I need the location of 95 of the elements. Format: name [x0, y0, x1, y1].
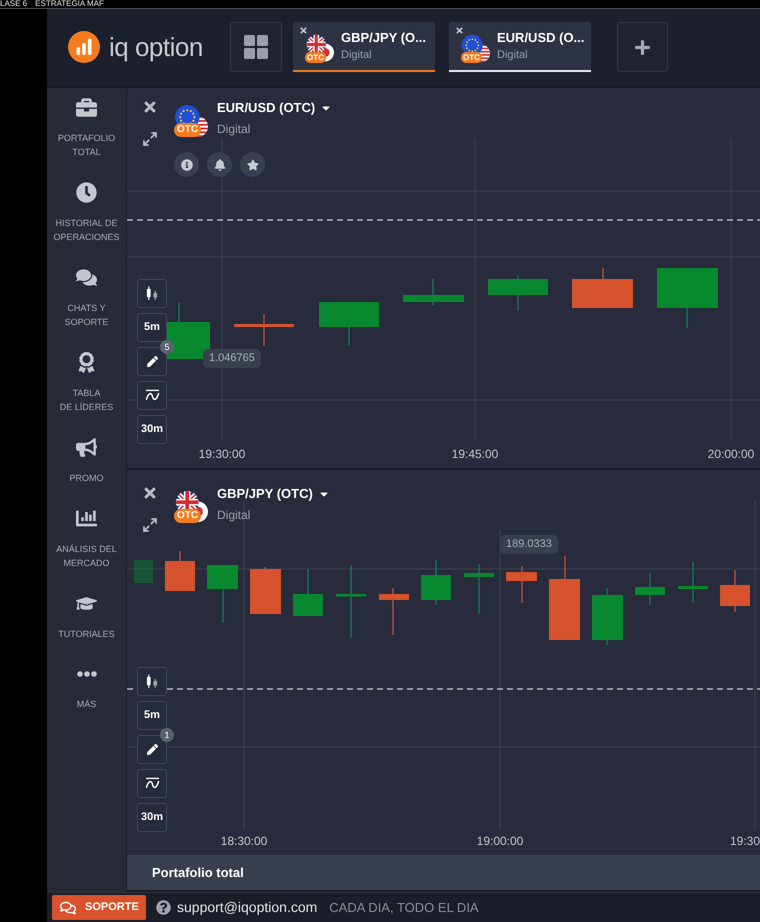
video-title-text: LASE 6: [0, 0, 28, 8]
indicator-icon: [144, 777, 160, 790]
video-title-text: ESTRATEGIA MAF: [35, 0, 104, 8]
falling-candle: [165, 551, 195, 591]
rising-candle: [293, 569, 323, 616]
sidebar-item[interactable]: ANÁLISIS DEL MERCADO: [48, 508, 126, 570]
rising-candle: [657, 268, 718, 328]
price-tag: 189.0333: [500, 535, 558, 554]
megaphone-icon: [76, 437, 97, 458]
falling-candle: [720, 570, 750, 612]
rising-candle: [319, 302, 379, 345]
otc-badge: OTC: [461, 52, 482, 63]
info-icon: [180, 158, 192, 170]
falling-candle: [234, 314, 294, 346]
support-hours-text: CADA DIA, TODO EL DIA: [329, 898, 479, 917]
rising-candle: [421, 560, 451, 605]
indicators-button[interactable]: [137, 381, 167, 410]
falling-candle: [506, 566, 537, 603]
falling-candle: [379, 588, 409, 635]
time-label: 18:30:00: [220, 833, 268, 849]
time-period-button[interactable]: 5m: [137, 701, 167, 730]
sidebar-item[interactable]: MÁS: [48, 664, 126, 711]
option-type-text: Digital: [217, 121, 252, 137]
sidebar-item[interactable]: CHATS Y SOPORTE: [48, 267, 126, 329]
medal-icon: [76, 352, 97, 373]
asset-tab[interactable]: OTC GBP/JPY (O... Digital: [293, 22, 435, 72]
pencil-icon: [146, 356, 158, 367]
close-icon[interactable]: [142, 485, 158, 501]
support-email-link[interactable]: support@iqoption.com: [177, 897, 318, 918]
count-badge: 1: [160, 728, 174, 742]
rising-candle: [488, 275, 548, 311]
time-label: 19:30:00: [198, 446, 246, 462]
support-button[interactable]: SOPORTE: [52, 895, 146, 920]
close-icon[interactable]: [455, 26, 464, 35]
chart-type-button[interactable]: [137, 667, 167, 696]
bell-icon: [214, 158, 226, 170]
sidebar-item[interactable]: TABLA DE LÍDERES: [48, 352, 126, 414]
otc-badge: OTC: [305, 52, 326, 63]
rising-candle: [592, 588, 623, 645]
time-label: 19:45:00: [452, 446, 498, 462]
chat-icon: [60, 900, 76, 916]
drawing-tools-button[interactable]: [137, 347, 167, 376]
rising-candle: [678, 562, 708, 603]
drawing-tools-button[interactable]: [137, 735, 167, 764]
bar-chart-icon: [76, 508, 97, 529]
portfolio-bar[interactable]: Portafolio total: [127, 855, 760, 890]
falling-candle: [572, 268, 633, 308]
chat-bubbles-icon: [76, 267, 97, 288]
alert-button[interactable]: [207, 152, 232, 177]
asset-dropdown[interactable]: EUR/USD (OTC): [217, 98, 332, 118]
time-label: 20:00:00: [708, 446, 754, 462]
grid-view-button[interactable]: [230, 22, 282, 72]
close-icon[interactable]: [142, 99, 158, 115]
pencil-icon: [146, 744, 158, 755]
briefcase-icon: [76, 97, 97, 118]
logo-text: iq option: [109, 32, 203, 62]
candlestick-icon: [146, 674, 158, 689]
grid-icon: [244, 35, 268, 59]
star-icon: [246, 158, 258, 170]
sidebar-item[interactable]: PORTAFOLIO TOTAL: [48, 97, 126, 159]
asset-dropdown[interactable]: GBP/JPY (OTC): [217, 484, 330, 504]
plus-icon: [634, 38, 651, 56]
price-tag: 1.046765: [203, 349, 261, 368]
rising-candle: [134, 560, 153, 583]
help-icon: [156, 900, 171, 915]
dots-icon: [76, 671, 96, 677]
sidebar-item[interactable]: HISTORIAL DE OPERACIONES: [48, 182, 126, 244]
otc-badge: OTC: [174, 509, 202, 523]
time-period-button[interactable]: 5m: [137, 313, 167, 342]
rising-candle: [207, 565, 238, 623]
time-label: 19:30: [730, 833, 760, 849]
time-label: 19:00:00: [476, 833, 524, 849]
sidebar-item[interactable]: PROMO: [48, 437, 126, 485]
asset-tab[interactable]: OTC EUR/USD (O... Digital: [449, 22, 591, 72]
sidebar-item[interactable]: TUTORIALES: [48, 593, 126, 641]
favorite-button[interactable]: [240, 152, 265, 177]
close-icon[interactable]: [299, 26, 308, 35]
add-tab-button[interactable]: [617, 22, 668, 72]
indicators-button[interactable]: [137, 769, 167, 798]
rising-candle: [403, 279, 464, 305]
info-button[interactable]: [174, 152, 199, 177]
rising-candle: [635, 573, 665, 605]
time-period-button[interactable]: 30m: [137, 803, 167, 832]
option-type-text: Digital: [217, 507, 252, 523]
expand-icon[interactable]: [142, 517, 158, 533]
expand-icon[interactable]: [142, 131, 158, 147]
chart-type-button[interactable]: [137, 279, 167, 308]
logo-icon: [68, 31, 100, 63]
time-period-button[interactable]: 30m: [137, 415, 167, 444]
otc-badge: OTC: [174, 123, 202, 137]
falling-candle: [250, 567, 281, 614]
clock-icon: [76, 182, 97, 203]
candlestick-icon: [146, 286, 158, 301]
rising-candle: [464, 564, 494, 614]
indicator-icon: [144, 389, 160, 402]
